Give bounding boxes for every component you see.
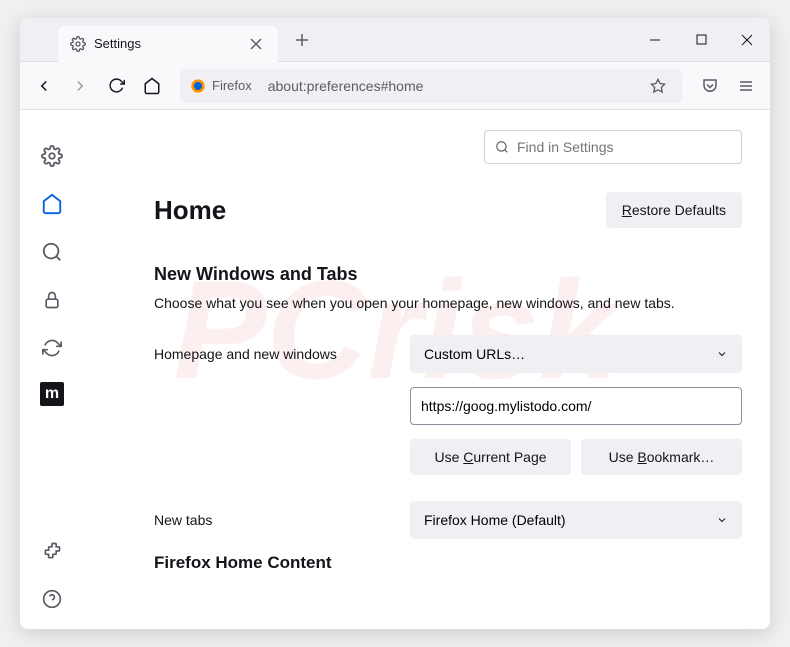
content-area: PCrisk m Home Restore Defaults (20, 110, 770, 629)
homepage-url-input[interactable] (410, 387, 742, 425)
back-button[interactable] (28, 70, 60, 102)
urlbar[interactable]: Firefox about:preferences#home (180, 69, 682, 103)
sidebar: m (20, 110, 84, 629)
bookmark-star-icon[interactable] (644, 78, 672, 94)
tab-title: Settings (94, 36, 246, 51)
close-button[interactable] (724, 18, 770, 62)
maximize-button[interactable] (678, 18, 724, 62)
pocket-icon[interactable] (694, 70, 726, 102)
sidebar-extensions-icon[interactable] (38, 537, 66, 565)
window-controls (632, 18, 770, 62)
identity-label: Firefox (212, 78, 252, 93)
forward-button[interactable] (64, 70, 96, 102)
newtabs-select[interactable]: Firefox Home (Default) (410, 501, 742, 539)
settings-search[interactable] (484, 130, 742, 164)
titlebar: Settings (20, 18, 770, 62)
browser-window: Settings Firefox about:preferences#home (20, 18, 770, 629)
section-home-content-title: Firefox Home Content (154, 553, 742, 573)
sidebar-general-icon[interactable] (38, 142, 66, 170)
settings-search-input[interactable] (517, 139, 731, 155)
firefox-icon (190, 78, 206, 94)
newtabs-select-value: Firefox Home (Default) (424, 512, 566, 528)
sidebar-search-icon[interactable] (38, 238, 66, 266)
sidebar-home-icon[interactable] (38, 190, 66, 218)
main-content: Home Restore Defaults New Windows and Ta… (84, 110, 770, 629)
chevron-down-icon (716, 514, 728, 526)
restore-defaults-button[interactable]: Restore Defaults (606, 192, 742, 228)
search-icon (495, 140, 509, 154)
newtabs-label: New tabs (154, 512, 394, 528)
toolbar: Firefox about:preferences#home (20, 62, 770, 110)
homepage-label: Homepage and new windows (154, 346, 394, 362)
use-current-page-button[interactable]: Use Current Page (410, 439, 571, 475)
homepage-select[interactable]: Custom URLs… (410, 335, 742, 373)
gear-icon (70, 36, 86, 52)
page-title: Home (154, 195, 226, 226)
homepage-select-value: Custom URLs… (424, 346, 525, 362)
sidebar-privacy-icon[interactable] (38, 286, 66, 314)
reload-button[interactable] (100, 70, 132, 102)
close-icon[interactable] (246, 34, 266, 54)
minimize-button[interactable] (632, 18, 678, 62)
sidebar-sync-icon[interactable] (38, 334, 66, 362)
home-button[interactable] (136, 70, 168, 102)
sidebar-help-icon[interactable] (38, 585, 66, 613)
section-new-windows-title: New Windows and Tabs (154, 264, 742, 285)
use-bookmark-button[interactable]: Use Bookmark… (581, 439, 742, 475)
menu-button[interactable] (730, 70, 762, 102)
new-tab-button[interactable] (286, 24, 318, 56)
tab-settings[interactable]: Settings (58, 26, 278, 62)
section-desc: Choose what you see when you open your h… (154, 295, 742, 311)
chevron-down-icon (716, 348, 728, 360)
url-text: about:preferences#home (268, 78, 644, 94)
identity-box[interactable]: Firefox (190, 78, 262, 94)
sidebar-more-icon[interactable]: m (40, 382, 64, 406)
